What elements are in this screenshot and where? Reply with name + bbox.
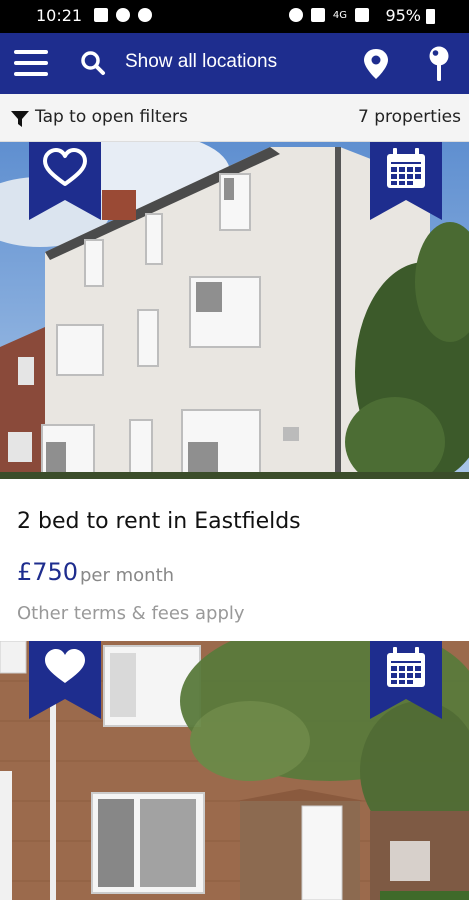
book-viewing-ribbon[interactable] bbox=[370, 142, 442, 222]
filter-funnel-icon bbox=[11, 111, 29, 127]
property-count: 7 properties bbox=[358, 107, 461, 127]
battery-level: 95% bbox=[385, 6, 421, 25]
property-price: £750 bbox=[17, 558, 79, 586]
map-pin-icon[interactable] bbox=[362, 48, 390, 80]
property-card[interactable] bbox=[0, 641, 469, 900]
app-bar: Show all locations bbox=[0, 33, 469, 94]
alarm-icon bbox=[288, 8, 303, 22]
property-details[interactable]: 2 bed to rent in Eastfields £750 per mon… bbox=[0, 479, 469, 641]
property-card[interactable]: 2 bed to rent in Eastfields £750 per mon… bbox=[0, 142, 469, 641]
open-filters-label[interactable]: Tap to open filters bbox=[35, 107, 188, 127]
grid-notification-icon bbox=[138, 8, 152, 22]
notification-icons bbox=[94, 8, 152, 22]
status-bar: 10:21 4G 95% bbox=[0, 0, 469, 33]
push-pin-icon[interactable] bbox=[425, 46, 453, 82]
show-all-locations-button[interactable]: Show all locations bbox=[125, 51, 277, 73]
property-photo[interactable] bbox=[0, 142, 469, 479]
favourite-ribbon[interactable] bbox=[29, 142, 101, 222]
system-icons: 4G bbox=[288, 8, 369, 22]
price-period: per month bbox=[80, 565, 175, 586]
property-headline[interactable]: 2 bed to rent in Eastfields bbox=[17, 509, 301, 534]
property-photo[interactable] bbox=[0, 641, 469, 900]
signal-icon bbox=[355, 8, 369, 22]
battery-icon bbox=[426, 9, 435, 24]
image-notification-icon bbox=[94, 8, 108, 22]
hamburger-menu-icon[interactable] bbox=[14, 50, 48, 78]
calendar-icon bbox=[387, 148, 425, 188]
terms-note: Other terms & fees apply bbox=[17, 603, 245, 624]
favourite-ribbon[interactable] bbox=[29, 641, 101, 721]
app-notification-icon bbox=[116, 8, 130, 22]
filter-bar[interactable]: Tap to open filters 7 properties bbox=[0, 94, 469, 142]
bluetooth-icon bbox=[310, 8, 325, 22]
calendar-icon bbox=[387, 647, 425, 687]
search-icon[interactable] bbox=[80, 50, 106, 76]
network-type: 4G bbox=[332, 9, 347, 21]
status-time: 10:21 bbox=[36, 6, 83, 25]
book-viewing-ribbon[interactable] bbox=[370, 641, 442, 721]
